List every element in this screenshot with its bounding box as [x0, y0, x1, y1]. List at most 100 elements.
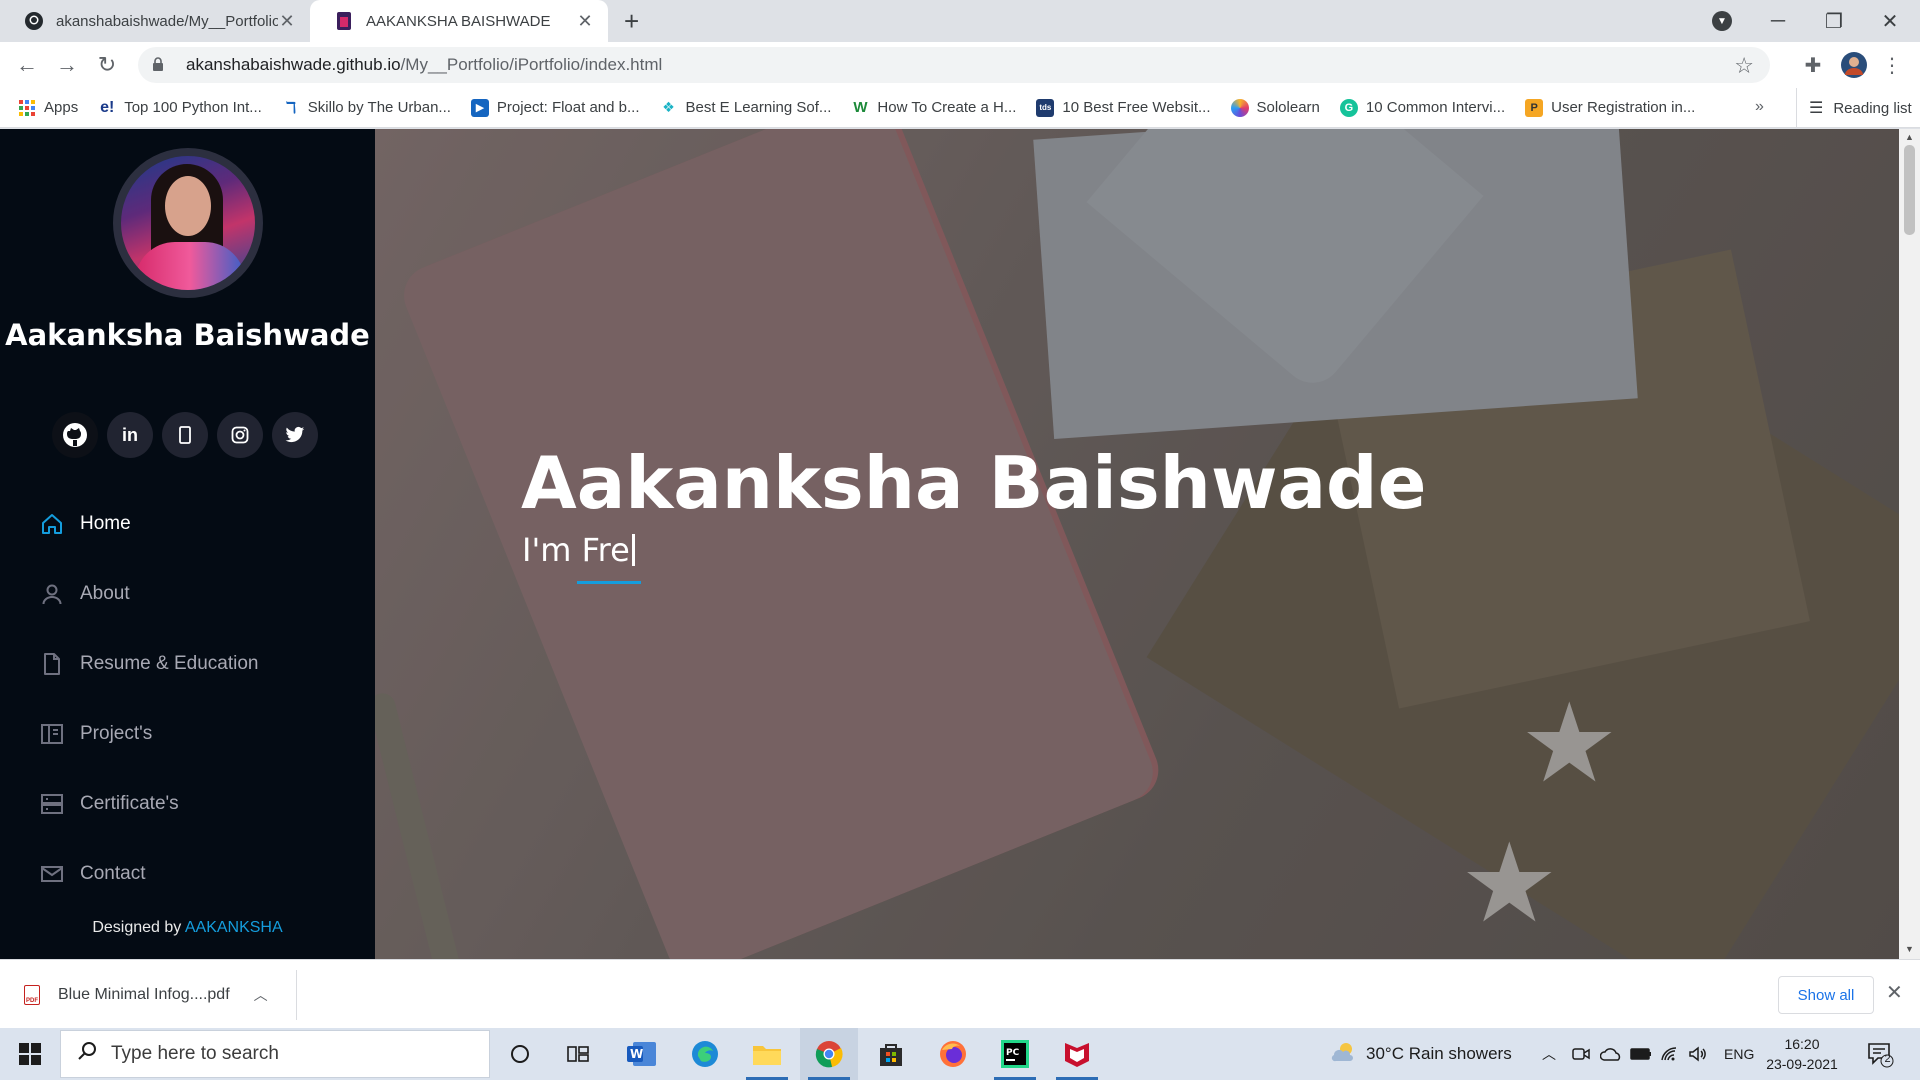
chevron-up-icon[interactable]: ︿ — [254, 985, 268, 1005]
bookmark-apps[interactable]: Apps — [18, 99, 78, 117]
nav-item-about[interactable]: About — [38, 579, 259, 609]
bookmark-item[interactable]: ❖ Best E Learning Sof... — [659, 98, 831, 117]
bookmark-item[interactable]: G 10 Common Intervi... — [1339, 98, 1506, 117]
tab-search-icon[interactable]: ▼ — [1712, 11, 1732, 31]
word-icon[interactable]: W — [613, 1028, 671, 1080]
reading-list-button[interactable]: ☰ Reading list — [1796, 88, 1912, 128]
volume-icon[interactable] — [1688, 1028, 1708, 1080]
wix-icon: W — [851, 98, 870, 117]
taskbar-search-input[interactable]: Type here to search — [60, 1030, 490, 1078]
more-bookmarks-icon[interactable]: » — [1755, 98, 1764, 116]
search-icon — [77, 1041, 97, 1067]
profile-photo — [113, 148, 263, 298]
browser-toolbar: ← → ↻ akanshabaishwade.github.io/My__Por… — [0, 42, 1920, 88]
hero-title: Aakanksha Baishwade — [521, 441, 1427, 525]
profile-avatar[interactable] — [1838, 49, 1870, 81]
bookmark-item[interactable]: tds 10 Best Free Websit... — [1036, 98, 1211, 117]
download-shelf: PDF Blue Minimal Infog....pdf ︿ Show all… — [0, 959, 1920, 1028]
nav-label: Project's — [80, 723, 153, 744]
close-tab-icon[interactable]: ✕ — [576, 11, 594, 32]
windows-start-icon[interactable] — [0, 1028, 60, 1080]
notification-count: 2 — [1884, 1053, 1891, 1065]
bookmark-item[interactable]: Sololearn — [1230, 98, 1320, 117]
nav-item-resume[interactable]: Resume & Education — [38, 649, 259, 679]
browser-tab-github[interactable]: akanshabaishwade/My__Portfolio ✕ — [0, 0, 310, 42]
linkedin-icon[interactable]: in — [107, 412, 153, 458]
store-icon[interactable] — [862, 1028, 920, 1080]
bookmarks-bar: Apps e! Top 100 Python Int... ℸ Skillo b… — [0, 88, 1920, 128]
sidebar-name[interactable]: Aakanksha Baishwade — [0, 317, 375, 353]
forward-icon[interactable]: → — [52, 50, 82, 80]
bookmark-star-icon[interactable]: ☆ — [1734, 53, 1754, 79]
scroll-up-icon[interactable]: ▲ — [1899, 132, 1920, 142]
nav-item-certificates[interactable]: Certificate's — [38, 789, 259, 819]
mcafee-icon[interactable] — [1048, 1028, 1106, 1080]
bookmark-item[interactable]: W How To Create a H... — [851, 98, 1017, 117]
twitter-icon[interactable] — [272, 412, 318, 458]
system-clock[interactable]: 16:20 23-09-2021 — [1760, 1034, 1844, 1074]
play-icon: ▶ — [470, 98, 489, 117]
weather-text: 30°C Rain showers — [1366, 1044, 1512, 1063]
edge-icon[interactable] — [676, 1028, 734, 1080]
hero-typed-subtitle: I'm Fre — [522, 531, 635, 569]
lock-icon — [152, 56, 174, 74]
tab-title: akanshabaishwade/My__Portfolio — [56, 12, 278, 30]
search-placeholder: Type here to search — [111, 1043, 279, 1064]
battery-icon[interactable] — [1630, 1028, 1652, 1080]
back-icon[interactable]: ← — [12, 50, 42, 80]
bookmark-item[interactable]: P User Registration in... — [1525, 98, 1696, 117]
task-view-icon[interactable] — [549, 1028, 607, 1080]
pycharm-icon[interactable]: PC — [986, 1028, 1044, 1080]
language-indicator[interactable]: ENG — [1724, 1028, 1754, 1080]
notification-center-icon[interactable]: 2 — [1866, 1040, 1894, 1068]
bookmark-label: Top 100 Python Int... — [124, 99, 262, 116]
bookmark-label: 10 Common Intervi... — [1365, 99, 1506, 116]
scroll-down-icon[interactable]: ▼ — [1899, 944, 1920, 954]
minimize-icon[interactable]: ─ — [1750, 0, 1806, 42]
designed-by-credit: Designed by AAKANKSHA — [0, 919, 375, 937]
scrollbar-thumb[interactable] — [1904, 145, 1915, 235]
wifi-icon[interactable] — [1660, 1028, 1680, 1080]
nav-item-contact[interactable]: Contact — [38, 859, 259, 889]
sololearn-icon — [1230, 98, 1249, 117]
new-tab-button[interactable]: + — [624, 6, 639, 36]
meet-now-icon[interactable] — [1572, 1028, 1590, 1080]
page-scrollbar[interactable]: ▲ ▼ — [1899, 129, 1920, 959]
restore-icon[interactable]: ❐ — [1806, 0, 1862, 42]
url-path: /My__Portfolio/iPortfolio/index.html — [400, 55, 663, 74]
nav-item-projects[interactable]: Project's — [38, 719, 259, 749]
nav-label: Home — [80, 513, 131, 534]
reading-list-label: Reading list — [1833, 99, 1912, 117]
bookmark-label: User Registration in... — [1551, 99, 1696, 116]
show-all-button[interactable]: Show all — [1778, 976, 1874, 1014]
address-bar[interactable]: akanshabaishwade.github.io/My__Portfolio… — [138, 47, 1770, 83]
bookmark-item[interactable]: ▶ Project: Float and b... — [470, 98, 640, 117]
github-icon[interactable] — [52, 412, 98, 458]
instagram-icon[interactable] — [217, 412, 263, 458]
divider — [296, 970, 297, 1020]
bookmark-label: How To Create a H... — [877, 99, 1017, 116]
chrome-icon[interactable] — [800, 1028, 858, 1080]
download-item[interactable]: PDF Blue Minimal Infog....pdf ︿ — [24, 980, 268, 1010]
show-hidden-icons-icon[interactable]: ︿ — [1542, 1028, 1556, 1080]
mobile-icon[interactable] — [162, 412, 208, 458]
bookmark-item[interactable]: e! Top 100 Python Int... — [98, 98, 262, 117]
file-explorer-icon[interactable] — [738, 1028, 796, 1080]
browser-menu-icon[interactable]: ⋮ — [1880, 49, 1904, 81]
reload-icon[interactable]: ↻ — [92, 50, 122, 80]
window-close-icon[interactable]: ✕ — [1862, 0, 1918, 42]
bookmark-label: 10 Best Free Websit... — [1062, 99, 1211, 116]
bookmark-item[interactable]: ℸ Skillo by The Urban... — [281, 98, 451, 117]
cortana-icon[interactable] — [491, 1028, 549, 1080]
nav-item-home[interactable]: Home — [38, 509, 259, 539]
extensions-icon[interactable]: ✚ — [1798, 49, 1828, 81]
designer-link[interactable]: AAKANKSHA — [185, 919, 283, 936]
browser-tab-portfolio[interactable]: AAKANKSHA BAISHWADE ✕ — [310, 0, 608, 42]
clock-date: 23-09-2021 — [1766, 1056, 1838, 1072]
firefox-icon[interactable] — [924, 1028, 982, 1080]
side-navigation: Home About Resume & Education Project's — [38, 509, 259, 929]
close-tab-icon[interactable]: ✕ — [278, 11, 296, 32]
onedrive-icon[interactable] — [1600, 1028, 1622, 1080]
close-shelf-icon[interactable]: ✕ — [1886, 980, 1903, 1005]
weather-widget[interactable]: 30°C Rain showers — [1330, 1028, 1512, 1080]
